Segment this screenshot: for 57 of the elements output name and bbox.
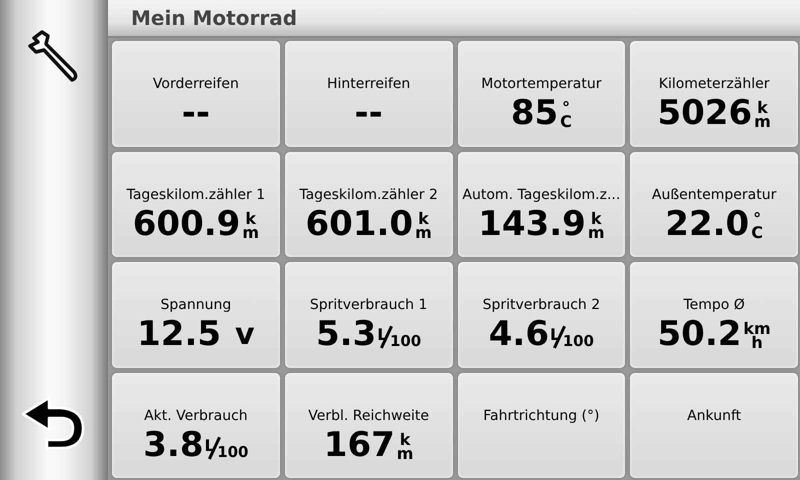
unit-text: ° <box>753 212 762 226</box>
field-value: -- <box>354 93 383 133</box>
unit-text: k <box>757 101 768 115</box>
unit-text: m <box>588 226 604 240</box>
field-value: 22.0 <box>665 204 750 244</box>
unit-text: ° <box>562 101 570 115</box>
unit-text: km <box>743 322 771 336</box>
field-value: 5.3 <box>316 314 376 354</box>
field-value: 85 <box>510 93 558 133</box>
unit-text: m <box>415 226 432 240</box>
data-field-tile[interactable]: Hinterreifen -- <box>284 41 452 146</box>
field-label: Vorderreifen <box>152 75 239 93</box>
back-icon[interactable] <box>21 394 87 452</box>
field-label: Ankunft <box>687 406 742 424</box>
unit-text: 100 <box>562 334 594 349</box>
field-value: 143.9 <box>478 204 586 244</box>
unit-text: C <box>751 226 763 240</box>
field-label: Motortemperatur <box>481 75 602 93</box>
unit-text: C <box>560 115 572 129</box>
unit-text: k <box>590 212 602 226</box>
field-value: 167 <box>324 424 395 464</box>
data-field-tile[interactable]: Ankunft <box>630 372 798 478</box>
unit-text: h <box>751 336 763 350</box>
unit-text: k <box>245 212 256 226</box>
field-value: 50.2 <box>658 314 742 354</box>
data-field-tile[interactable]: Spannung 12.5 v <box>112 262 280 368</box>
field-label: Fahrtrichtung (°) <box>483 406 600 424</box>
data-field-tile[interactable]: Vorderreifen -- <box>112 41 280 146</box>
field-value: 12.5 <box>137 314 222 354</box>
unit-text: v <box>235 316 255 352</box>
field-value: 3.8 <box>143 424 204 464</box>
field-label: Spannung <box>160 296 232 314</box>
field-label: Hinterreifen <box>326 75 410 93</box>
unit-text: 100 <box>390 334 422 349</box>
field-value: 4.6 <box>488 314 549 354</box>
field-value: 601.0 <box>306 204 414 244</box>
field-value: 5026 <box>657 93 752 133</box>
data-field-tile[interactable]: Fahrtrichtung (°) <box>458 372 626 478</box>
field-label: Akt. Verbrauch <box>144 406 248 424</box>
unit-text: k <box>418 212 429 226</box>
field-label: Spritverbrauch 2 <box>482 296 600 314</box>
unit-text: 100 <box>217 444 248 460</box>
unit-text: m <box>396 446 414 460</box>
field-label: Tageskilom.zähler 1 <box>126 186 266 204</box>
unit-text: k <box>400 432 410 446</box>
field-value: -- <box>182 93 210 133</box>
field-label: Verbl. Reichweite <box>308 406 429 424</box>
field-label: Außentemperatur <box>652 186 776 204</box>
field-value: 600.9 <box>132 204 240 244</box>
field-label: Tempo Ø <box>683 296 745 314</box>
unit-text: m <box>242 226 259 240</box>
unit-text: m <box>754 115 771 129</box>
field-label: Tageskilom.zähler 2 <box>299 186 438 204</box>
field-label: Autom. Tageskilom.z... <box>462 186 620 204</box>
field-label: Kilometerzähler <box>658 75 770 93</box>
field-label: Spritverbrauch 1 <box>310 296 428 314</box>
page-title: Mein Motorrad <box>131 6 298 30</box>
